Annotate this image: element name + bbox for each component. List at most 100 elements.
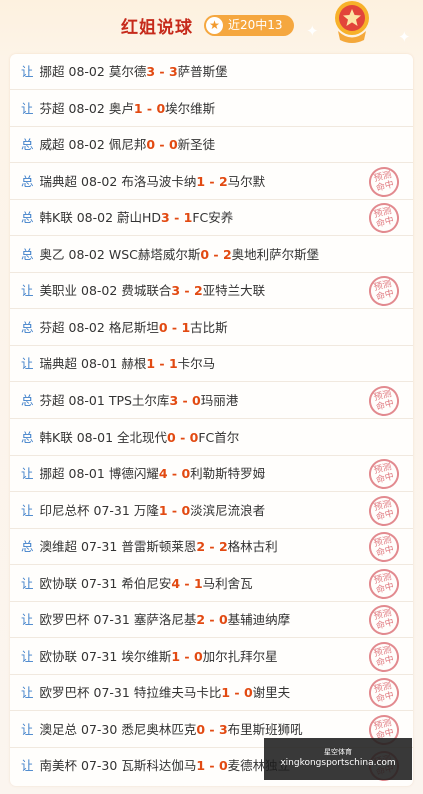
bet-type-tag: 总 [21, 429, 34, 445]
watermark-url: xingkongsportschina.com [280, 758, 396, 768]
match-row[interactable]: 总奥乙 08-02 WSC赫塔威尔斯0 - 2奥地利萨尔斯堡 [10, 237, 413, 273]
away-team: 埃尔维斯 [165, 100, 216, 116]
home-team: 瓦斯科达伽马 [121, 758, 197, 774]
bet-type-tag: 让 [21, 283, 34, 299]
record-text: 近20中13 [228, 18, 283, 32]
score-separator: - [209, 246, 223, 262]
match-row[interactable]: 让美职业 08-02 费城联合3 - 2亚特兰大联 预测 命中 [10, 273, 413, 310]
away-team: FC安养 [192, 210, 234, 226]
home-score: 0 [146, 137, 156, 153]
match-date: 07-31 [81, 575, 118, 591]
home-team: 普雷斯顿莱恩 [121, 539, 197, 555]
hit-stamp: 预测命中 [365, 492, 403, 529]
score-separator: - [142, 100, 157, 116]
match-date: 08-02 [68, 137, 105, 153]
match-date: 07-31 [81, 539, 118, 555]
match-row[interactable]: 让挪超 08-01 博德闪耀4 - 0利勒斯特罗姆 预测 命中 [10, 455, 413, 493]
league-name: 韩K联 [39, 429, 73, 445]
match-text: 让欧罗巴杯 07-31 特拉维夫马卡比1 - 0谢里夫 [21, 675, 290, 711]
home-team: 博德闪耀 [108, 466, 159, 482]
match-row[interactable]: 总威超 08-02 佩尼邦0 - 0新圣徒 [10, 127, 413, 164]
match-date: 07-30 [81, 758, 118, 774]
away-team: 基辅迪纳摩 [227, 612, 291, 628]
away-team: 奥地利萨尔斯堡 [231, 246, 320, 262]
home-score: 4 [158, 466, 168, 482]
bet-type-tag: 总 [21, 246, 34, 262]
home-score: 4 [171, 575, 181, 591]
home-team: 塞萨洛尼基 [133, 612, 197, 628]
score-separator: - [180, 648, 194, 664]
bet-type-tag: 总 [21, 137, 34, 153]
bet-type-tag: 总 [21, 319, 34, 335]
home-team: 希伯尼安 [121, 575, 172, 591]
home-team: 悉尼奥林匹克 [121, 721, 197, 737]
home-team: 奥卢 [108, 100, 134, 116]
home-team: 特拉维夫马卡比 [133, 685, 222, 701]
league-name: 瑞典超 [39, 356, 78, 372]
away-score: 0 [243, 685, 253, 701]
score-separator: - [175, 429, 190, 445]
home-score: 1 [158, 502, 168, 518]
away-team: 玛丽港 [200, 392, 239, 408]
away-score: 0 [218, 758, 228, 774]
match-row[interactable]: 让印尼总杯 07-31 万隆1 - 0淡滨尼流浪者 预测 命中 [10, 492, 413, 529]
hit-stamp: 预测命中 [365, 565, 403, 602]
bet-type-tag: 让 [21, 758, 34, 774]
home-score: 1 [196, 758, 206, 774]
league-name: 欧协联 [39, 648, 78, 664]
home-score: 2 [196, 539, 206, 555]
match-text: 让芬超 08-02 奥卢1 - 0埃尔维斯 [21, 91, 215, 127]
match-row[interactable]: 让欧协联 07-31 希伯尼安4 - 1马利舍瓦 预测 命中 [10, 565, 413, 602]
match-row[interactable]: 让挪超 08-02 莫尔德3 - 3萨普斯堡 [10, 54, 413, 90]
away-score: 0 [218, 612, 228, 628]
match-row[interactable]: 总芬超 08-02 格尼斯坦0 - 1古比斯 [10, 310, 413, 346]
match-row[interactable]: 总澳维超 07-31 普雷斯顿莱恩2 - 2格林古利 预测 命中 [10, 528, 413, 566]
away-score: 0 [192, 392, 201, 408]
home-score: 1 [146, 356, 156, 372]
league-name: 威超 [39, 137, 65, 153]
away-team: 布里斯班狮吼 [227, 721, 303, 737]
away-score: 1 [193, 575, 203, 591]
home-score: 1 [221, 685, 231, 701]
league-name: 欧协联 [39, 575, 78, 591]
league-name: 挪超 [39, 466, 65, 482]
home-team: 万隆 [133, 502, 159, 518]
home-score: 0 [200, 246, 210, 262]
away-score: 1 [168, 356, 178, 372]
hit-stamp: 预测命中 [365, 602, 403, 639]
bet-type-tag: 让 [21, 612, 34, 628]
match-row[interactable]: 让欧罗巴杯 07-31 特拉维夫马卡比1 - 0谢里夫 预测 命中 [10, 675, 413, 712]
match-row[interactable]: 总韩K联 08-01 全北现代0 - 0FC首尔 [10, 420, 413, 456]
match-row[interactable]: 总瑞典超 08-02 布洛马波卡纳1 - 2马尔默 预测 命中 [10, 163, 413, 200]
match-date: 07-31 [93, 612, 130, 628]
score-separator: - [205, 721, 219, 737]
match-date: 07-31 [81, 648, 118, 664]
match-row[interactable]: 让芬超 08-02 奥卢1 - 0埃尔维斯 [10, 91, 413, 127]
match-text: 总瑞典超 08-02 布洛马波卡纳1 - 2马尔默 [21, 164, 265, 200]
match-row[interactable]: 总韩K联 08-02 蔚山HD3 - 1FC安养 预测 命中 [10, 200, 413, 237]
away-score: 2 [218, 539, 228, 555]
match-row[interactable]: 让欧罗巴杯 07-31 塞萨洛尼基2 - 0基辅迪纳摩 预测 命中 [10, 602, 413, 639]
away-score: 0 [156, 100, 166, 116]
match-row[interactable]: 让瑞典超 08-01 赫根1 - 1卡尔马 [10, 346, 413, 383]
prediction-list: 让挪超 08-02 莫尔德3 - 3萨普斯堡让芬超 08-02 奥卢1 - 0埃… [10, 54, 413, 786]
league-name: 芬超 [39, 392, 65, 408]
header: 红姐说球 ★ 近20中13 ✦ ✦ [0, 0, 423, 52]
bet-type-tag: 让 [21, 100, 34, 116]
league-name: 瑞典超 [39, 173, 78, 189]
league-name: 印尼总杯 [39, 502, 90, 518]
score-separator: - [205, 539, 219, 555]
match-text: 让欧罗巴杯 07-31 塞萨洛尼基2 - 0基辅迪纳摩 [21, 602, 290, 638]
home-score: 1 [133, 100, 143, 116]
league-name: 奥乙 [39, 246, 65, 262]
bet-type-tag: 让 [21, 685, 34, 701]
match-row[interactable]: 总芬超 08-01 TPS土尔库3 - 0玛丽港 预测 命中 [10, 382, 413, 420]
league-name: 欧罗巴杯 [39, 685, 90, 701]
match-date: 08-02 [81, 283, 118, 299]
match-date: 08-01 [68, 392, 105, 408]
match-row[interactable]: 让欧协联 07-31 埃尔维斯1 - 0加尔扎拜尔星 预测 命中 [10, 638, 413, 675]
bet-type-tag: 总 [21, 210, 34, 226]
score-separator: - [205, 173, 219, 189]
bet-type-tag: 让 [21, 356, 34, 372]
match-text: 总威超 08-02 佩尼邦0 - 0新圣徒 [21, 127, 215, 163]
